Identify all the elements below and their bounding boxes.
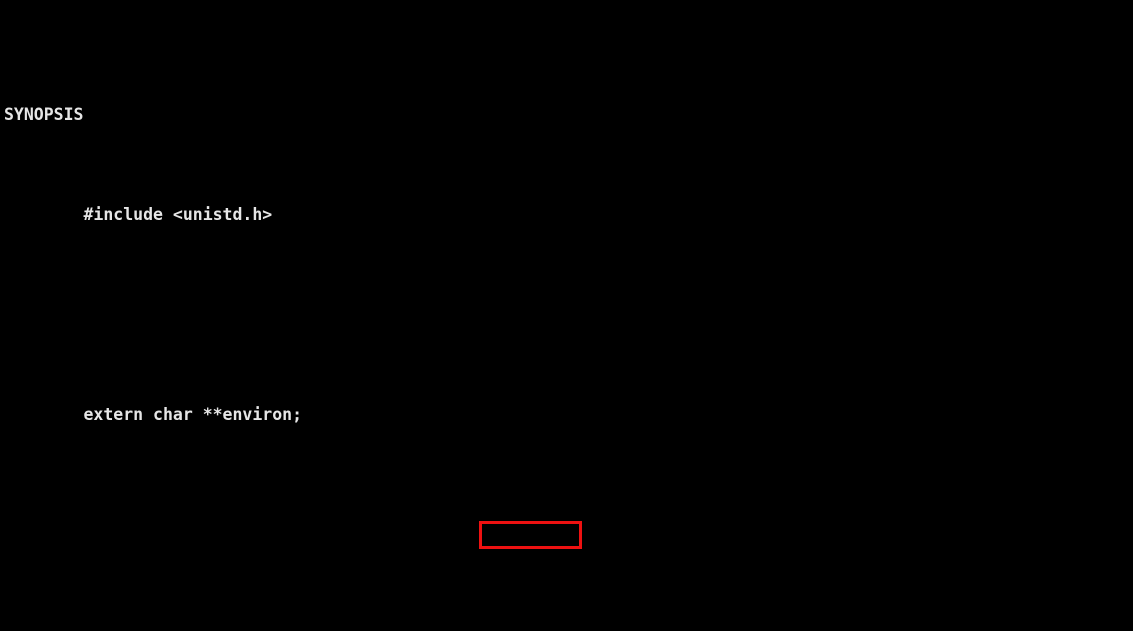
- environ-declaration: extern char **environ;: [83, 405, 303, 424]
- man-page-content: SYNOPSIS #include <unistd.h> extern char…: [4, 2, 928, 631]
- include-directive: #include <unistd.h>: [83, 205, 273, 224]
- prototype-execl: int execl(const char *path, const char *…: [4, 627, 928, 631]
- synopsis-include-line: #include <unistd.h>: [4, 202, 928, 227]
- synopsis-environ-line: extern char **environ;: [4, 402, 928, 427]
- synopsis-heading-label: SYNOPSIS: [4, 105, 84, 124]
- synopsis-heading: SYNOPSIS: [4, 102, 928, 127]
- terminal-man-page: SYNOPSIS #include <unistd.h> extern char…: [0, 0, 1133, 631]
